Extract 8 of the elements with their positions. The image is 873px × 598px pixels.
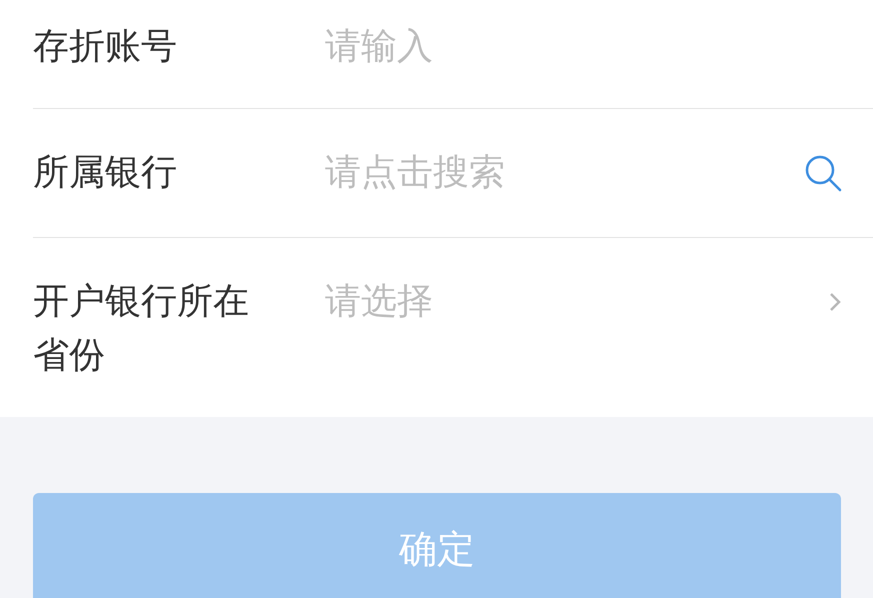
field-label: 所属银行: [33, 151, 178, 195]
select-field[interactable]: 请选择: [325, 275, 829, 329]
field-label: 开户银行所在省份: [33, 280, 250, 378]
search-icon[interactable]: [803, 153, 843, 193]
field-label: 存折账号: [33, 25, 178, 69]
input-field[interactable]: 请输入: [325, 20, 841, 74]
search-field[interactable]: 请点击搜索: [325, 146, 803, 200]
chevron-icon: [829, 292, 841, 312]
